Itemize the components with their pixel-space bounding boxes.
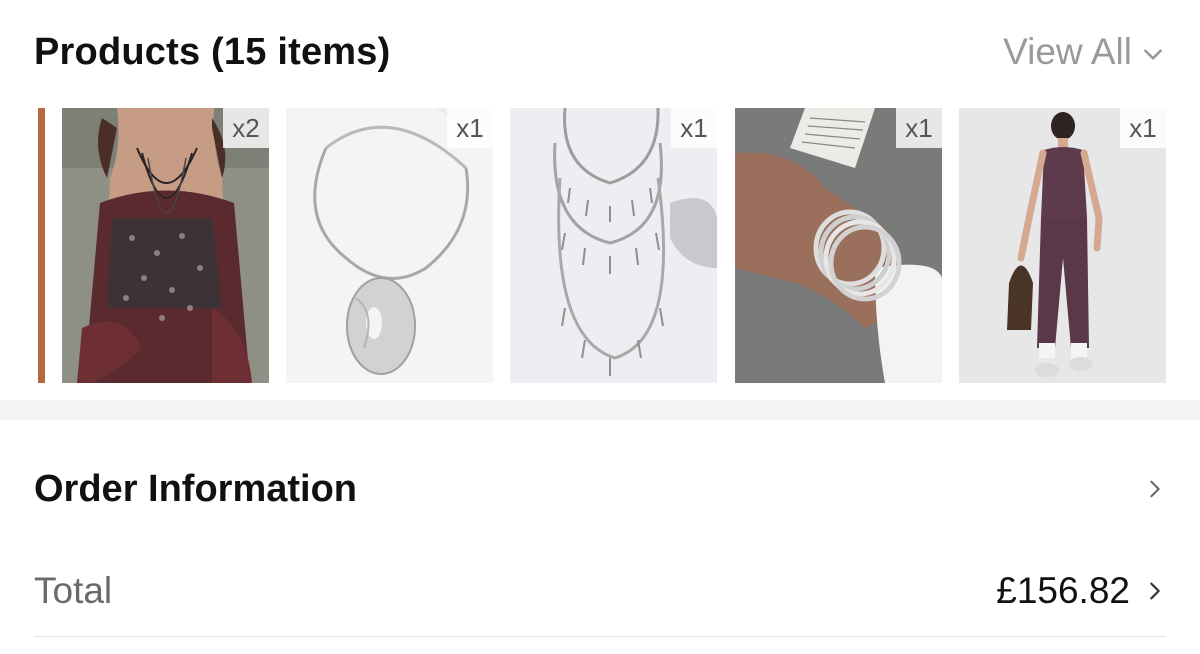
view-all-label: View All: [1003, 31, 1132, 72]
product-image: [62, 108, 269, 383]
product-thumbnail[interactable]: x2: [62, 108, 269, 383]
total-label: Total: [34, 570, 113, 611]
chevron-down-icon: [1144, 49, 1162, 60]
quantity-badge: x1: [447, 108, 493, 148]
product-thumbnail[interactable]: x1: [959, 108, 1166, 383]
quantity-badge: x1: [671, 108, 717, 148]
product-image: [735, 108, 942, 383]
chevron-right-icon: [1150, 582, 1160, 600]
products-header: Products (15 items) View All: [34, 22, 1166, 82]
quantity-badge: x2: [223, 108, 269, 148]
product-carousel[interactable]: x2 x1 x1 x1 x1: [0, 108, 1200, 383]
product-image: [510, 108, 717, 383]
order-information-title: Order Information: [34, 467, 358, 510]
section-divider: [0, 400, 1200, 420]
divider-line: [34, 636, 1166, 637]
product-thumbnail-partial[interactable]: [34, 108, 45, 383]
total-value-group: £156.82: [996, 570, 1166, 612]
product-thumbnail[interactable]: x1: [735, 108, 942, 383]
view-all-link[interactable]: View All: [1003, 31, 1166, 73]
order-information-row[interactable]: Order Information: [34, 458, 1166, 520]
chevron-right-icon: [1150, 480, 1160, 498]
total-row[interactable]: Total £156.82: [34, 560, 1166, 622]
product-image: [286, 108, 493, 383]
product-image: [959, 108, 1166, 383]
product-thumbnail[interactable]: x1: [510, 108, 717, 383]
quantity-badge: x1: [1120, 108, 1166, 148]
total-amount: £156.82: [996, 570, 1130, 611]
products-title: Products (15 items): [34, 30, 391, 73]
product-thumbnail[interactable]: x1: [286, 108, 493, 383]
quantity-badge: x1: [896, 108, 942, 148]
